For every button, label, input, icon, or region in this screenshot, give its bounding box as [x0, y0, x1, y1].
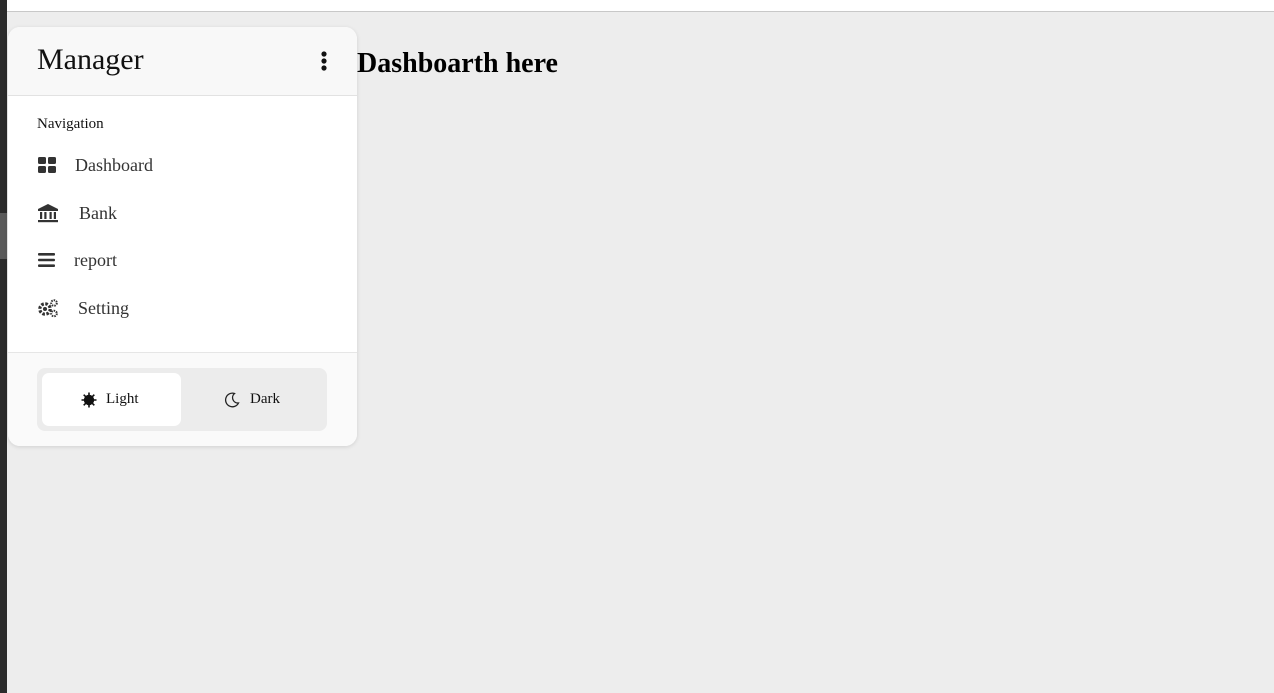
sidebar-item-label: Bank [79, 203, 117, 223]
sidebar-item-label: Dashboard [75, 155, 153, 175]
top-bar [7, 0, 1274, 12]
list-icon [37, 250, 57, 270]
nav-section-label: Navigation [37, 116, 104, 132]
sidebar-item-report[interactable]: report [26, 240, 338, 280]
sidebar-item-label: report [74, 250, 117, 270]
theme-toggle: Light Dark [37, 368, 327, 431]
moon-icon [224, 392, 240, 408]
edge-marker [0, 213, 7, 259]
bank-icon [37, 203, 58, 223]
gears-icon [37, 298, 58, 318]
page-heading: Dashboarth here [357, 48, 558, 79]
sidebar-item-setting[interactable]: Setting [26, 288, 338, 328]
grid-icon [37, 155, 57, 175]
dark-theme-button[interactable]: Dark [183, 373, 322, 426]
left-window-edge [0, 0, 7, 693]
sidebar-item-dashboard[interactable]: Dashboard [26, 145, 338, 185]
sidebar-item-bank[interactable]: Bank [26, 193, 338, 233]
light-theme-button[interactable]: Light [42, 373, 181, 426]
dark-theme-label: Dark [250, 391, 280, 407]
more-options-icon[interactable] [316, 50, 332, 72]
sidebar-footer: Light Dark [8, 352, 357, 446]
app-title: Manager [37, 43, 144, 76]
sun-icon [81, 392, 97, 408]
light-theme-label: Light [106, 391, 139, 407]
sidebar-item-label: Setting [78, 298, 130, 318]
sidebar: Manager Navigation Dashboard Bank report… [8, 27, 357, 446]
sidebar-header: Manager [8, 27, 357, 96]
